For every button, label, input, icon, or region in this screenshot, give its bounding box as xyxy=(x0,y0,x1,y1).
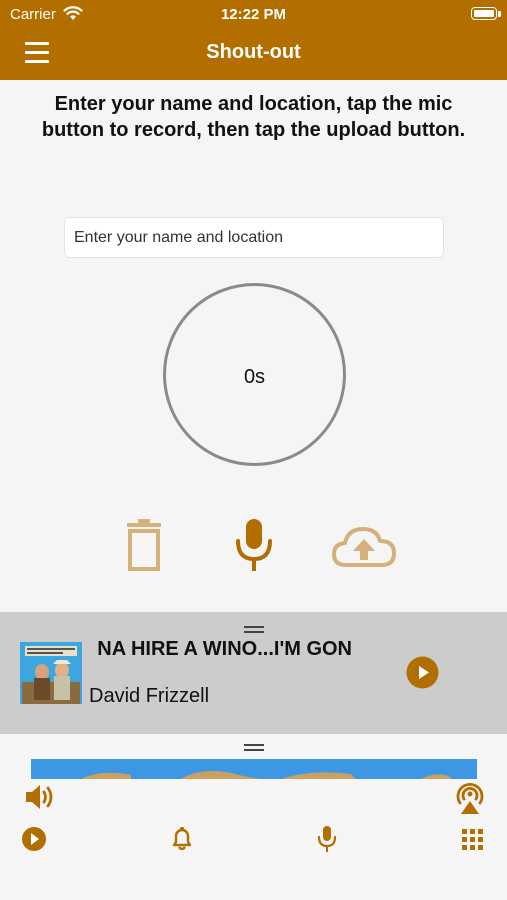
recording-timer: 0s xyxy=(163,283,346,466)
album-art xyxy=(20,642,82,704)
clock: 12:22 PM xyxy=(220,6,287,23)
drag-handle[interactable] xyxy=(244,626,264,633)
elapsed-time: 0s xyxy=(243,366,266,388)
lower-player-panel xyxy=(0,734,507,900)
tab-alerts[interactable] xyxy=(167,824,197,854)
microphone-icon xyxy=(317,826,337,852)
microphone-icon[interactable] xyxy=(234,517,274,573)
tab-shout-out[interactable] xyxy=(312,824,342,854)
track-title: NA HIRE A WINO...I'M GON xyxy=(97,638,352,660)
instructions-text: Enter your name and location, tap the mi… xyxy=(41,93,466,141)
artwork-banner xyxy=(31,759,477,779)
name-location-input[interactable] xyxy=(64,217,444,258)
track-artist: David Frizzell xyxy=(89,685,210,707)
play-circle-icon[interactable] xyxy=(406,656,439,689)
page-title: Shout-out xyxy=(206,41,301,63)
bell-icon xyxy=(172,827,192,851)
navigation-bar: Shout-out xyxy=(0,28,507,80)
battery-tip xyxy=(498,11,501,17)
drag-handle[interactable] xyxy=(244,744,264,751)
airplay-icon[interactable] xyxy=(453,779,487,815)
play-circle-icon xyxy=(22,827,46,851)
status-bar: Carrier 12:22 PM xyxy=(0,0,507,28)
battery-icon xyxy=(471,7,497,20)
cloud-upload-icon[interactable] xyxy=(332,525,396,569)
trash-icon[interactable] xyxy=(124,519,164,571)
volume-icon[interactable] xyxy=(23,781,55,813)
tab-play[interactable] xyxy=(21,824,51,854)
tab-more[interactable] xyxy=(458,824,488,854)
grid-icon xyxy=(462,829,483,850)
